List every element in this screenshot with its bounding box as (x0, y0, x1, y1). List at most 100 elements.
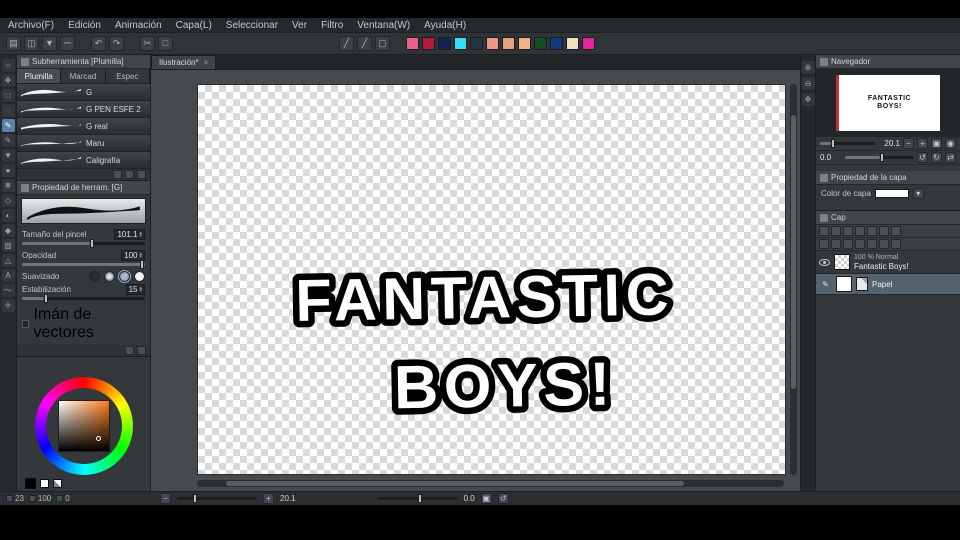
stepper-arrows-icon[interactable]: ▴ ▾ (139, 230, 142, 238)
color-swatch[interactable] (406, 37, 419, 50)
menu-ver[interactable]: Ver (292, 20, 307, 31)
status-reset-icon[interactable]: ↺ (497, 493, 509, 504)
status-zoom-slider[interactable] (177, 494, 257, 503)
color-swatch[interactable] (582, 37, 595, 50)
layer-mask-icon[interactable] (879, 239, 889, 249)
layer-thumbnail[interactable] (834, 254, 850, 270)
undo-icon[interactable]: ↶ (91, 36, 106, 51)
brush-item-maru[interactable]: Maru (17, 135, 150, 152)
new-file-icon[interactable]: ▤ (6, 36, 21, 51)
brush-size-slider[interactable] (22, 239, 145, 248)
save-icon[interactable]: ▼ (42, 36, 57, 51)
airbrush-tool-icon[interactable]: ● (1, 164, 15, 177)
color-swatch[interactable] (518, 37, 531, 50)
new-layer-icon[interactable] (819, 239, 829, 249)
brush-tool-icon[interactable]: ▼ (1, 149, 15, 162)
flip-horizontal-button[interactable]: ⇄ (945, 152, 956, 163)
copy-icon[interactable]: □ (158, 36, 173, 51)
detail-property-icon[interactable] (137, 346, 146, 355)
close-tab-icon[interactable]: × (204, 58, 209, 67)
menu-ayuda[interactable]: Ayuda(H) (424, 20, 466, 31)
actual-size-button[interactable]: ◉ (945, 138, 956, 149)
transfer-layer-icon[interactable] (855, 239, 865, 249)
merge-layer-icon[interactable] (867, 239, 877, 249)
pen-tool-icon[interactable]: ✎ (1, 119, 15, 132)
tool-property-header[interactable]: Propiedad de herram. [G] (17, 181, 150, 195)
stabilization-slider[interactable] (22, 294, 145, 303)
cut-icon[interactable]: ✂ (140, 36, 155, 51)
brush-item-gpen[interactable]: G PEN ESFE 2 (17, 101, 150, 118)
fit-window-button[interactable]: ▣ (931, 138, 942, 149)
layer-thumbnail[interactable] (836, 276, 852, 292)
subtool-panel-header[interactable]: Subherramienta [Plumilla] (17, 55, 150, 69)
brush-item-caligrafia[interactable]: Caligrafía (17, 152, 150, 169)
scrollbar-thumb[interactable] (791, 115, 796, 389)
document-tab[interactable]: Ilustración* × (151, 55, 217, 69)
menu-edicion[interactable]: Edición (68, 20, 101, 31)
new-vector-layer-icon[interactable] (831, 239, 841, 249)
brush-size-stepper[interactable]: 101.1 ▴ ▾ (114, 229, 145, 240)
decoration-tool-icon[interactable]: ❋ (1, 179, 15, 192)
layer-opacity-icon[interactable] (831, 226, 841, 236)
rotate-ccw-button[interactable]: ↺ (917, 152, 928, 163)
menu-animacion[interactable]: Animación (115, 20, 162, 31)
lock-layer-icon[interactable] (855, 226, 865, 236)
zoom-in-icon[interactable]: ⊕ (801, 61, 815, 74)
select-tool-icon[interactable]: □ (1, 89, 15, 102)
delete-subtool-icon[interactable] (137, 170, 146, 179)
color-swatch[interactable] (566, 37, 579, 50)
mask-icon[interactable] (879, 226, 889, 236)
zoom-in-button[interactable]: + (917, 138, 928, 149)
color-swatch[interactable] (438, 37, 451, 50)
stabilization-stepper[interactable]: 15 ▴ ▾ (125, 284, 145, 295)
smoothing-option-icon[interactable] (89, 271, 100, 282)
color-swatch[interactable] (486, 37, 499, 50)
pencil-tool-icon[interactable]: ✎ (1, 134, 15, 147)
menu-filtro[interactable]: Filtro (321, 20, 343, 31)
copy-subtool-icon[interactable] (125, 170, 134, 179)
zoom-tool-icon[interactable]: ○ (1, 59, 15, 72)
tab-especial[interactable]: Espec (105, 69, 150, 83)
vector-magnet-checkbox[interactable] (22, 320, 30, 328)
color-swatch[interactable] (502, 37, 515, 50)
brush-item-greal[interactable]: G real (17, 118, 150, 135)
redo-icon[interactable]: ↷ (109, 36, 124, 51)
blend-mode-icon[interactable] (819, 226, 829, 236)
color-wheel[interactable] (34, 377, 133, 475)
stepper-arrows-icon[interactable]: ▴ ▾ (139, 285, 142, 293)
navigator-thumbnail[interactable]: FANTASTIC BOYS! (836, 75, 940, 131)
figure-tool-icon[interactable]: △ (1, 254, 15, 267)
eraser-tool-icon[interactable]: ◇ (1, 194, 15, 207)
clip-layer-icon[interactable] (843, 226, 853, 236)
vector-pen2-icon[interactable]: ╱ (357, 36, 372, 51)
tab-plumilla[interactable]: Plumilla (17, 69, 62, 83)
blend-tool-icon[interactable]: ◐ (1, 209, 15, 222)
saturation-value-square[interactable] (57, 400, 110, 452)
canvas-page[interactable]: FANTASTIC BOYS! (197, 84, 786, 475)
lasso-tool-icon[interactable]: ◌ (1, 104, 15, 117)
layer-row-fantastic-boys[interactable]: 100 % Normal Fantastic Boys! (816, 251, 960, 274)
layer-property-header[interactable]: Propiedad de la capa (816, 171, 960, 185)
ruler-icon[interactable] (891, 226, 901, 236)
smoothing-option-icon[interactable] (118, 270, 131, 283)
text-tool-icon[interactable]: A (1, 269, 15, 282)
layer-visibility-icon[interactable] (819, 258, 830, 266)
move-tool-icon[interactable]: ✥ (1, 74, 15, 87)
reset-property-icon[interactable] (125, 346, 134, 355)
color-swatch[interactable] (454, 37, 467, 50)
menu-seleccionar[interactable]: Seleccionar (226, 20, 278, 31)
color-cursor-icon[interactable] (95, 436, 101, 441)
tab-marcador[interactable]: Marcad (61, 69, 106, 83)
color-swatch[interactable] (422, 37, 435, 50)
layers-panel-header[interactable]: Cap (816, 211, 960, 225)
color-swatch[interactable] (470, 37, 483, 50)
layer-color-swatch[interactable] (874, 189, 909, 198)
brush-item-g[interactable]: G (17, 84, 150, 101)
color-swatch[interactable] (534, 37, 547, 50)
horizontal-scrollbar[interactable] (197, 480, 784, 487)
correct-line-tool-icon[interactable]: 〜 (1, 284, 15, 297)
navigator-zoom-slider[interactable] (820, 139, 875, 148)
menu-capa[interactable]: Capa(L) (176, 20, 212, 31)
status-zoom-out-icon[interactable]: − (160, 493, 171, 504)
select-tool-icon[interactable]: ▢ (375, 36, 390, 51)
